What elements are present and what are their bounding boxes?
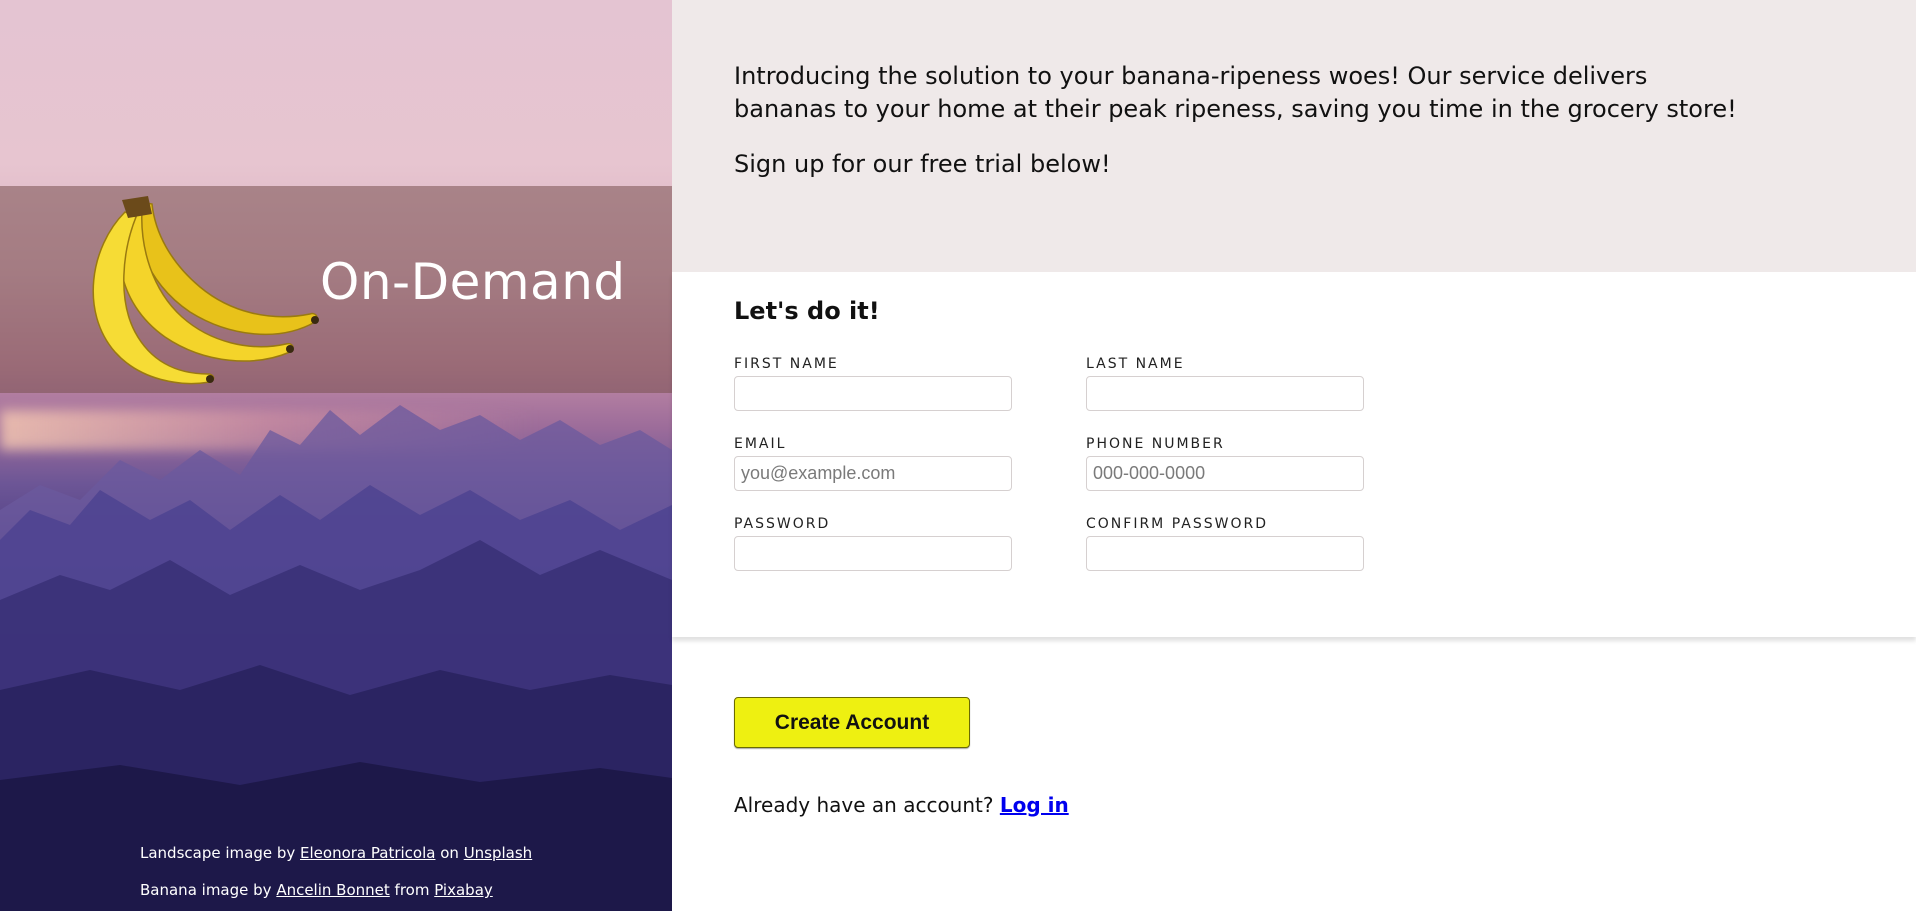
confirm-password-group: CONFIRM PASSWORD (1086, 516, 1364, 571)
confirm-password-field[interactable] (1086, 536, 1364, 571)
landscape-credit: Landscape image by Eleonora Patricola on… (140, 835, 532, 872)
login-link[interactable]: Log in (1000, 793, 1069, 817)
phone-label: PHONE NUMBER (1086, 436, 1225, 452)
mountain-landscape (0, 405, 672, 911)
password-field[interactable] (734, 536, 1012, 571)
pixabay-link[interactable]: Pixabay (434, 881, 493, 899)
first-name-group: FIRST NAME (734, 356, 1012, 411)
last-name-label: LAST NAME (1086, 356, 1185, 372)
banana-icon (92, 196, 319, 385)
form-heading: Let's do it! (734, 297, 880, 325)
phone-group: PHONE NUMBER (1086, 436, 1364, 491)
password-label: PASSWORD (734, 516, 831, 532)
email-field[interactable] (734, 456, 1012, 491)
first-name-label: FIRST NAME (734, 356, 839, 372)
create-account-button[interactable]: Create Account (734, 697, 970, 748)
signup-page: On-Demand Landscape image by Eleonora Pa… (0, 0, 1916, 911)
banana-credit: Banana image by Ancelin Bonnet from Pixa… (140, 872, 532, 909)
signup-form: Let's do it! FIRST NAME LAST NAME EMAIL … (672, 272, 1916, 637)
email-group: EMAIL (734, 436, 1012, 491)
password-group: PASSWORD (734, 516, 1012, 571)
first-name-field[interactable] (734, 376, 1012, 411)
last-name-group: LAST NAME (1086, 356, 1364, 411)
image-credits: Landscape image by Eleonora Patricola on… (140, 835, 532, 909)
confirm-password-label: CONFIRM PASSWORD (1086, 516, 1268, 532)
banana-author-link[interactable]: Ancelin Bonnet (276, 881, 389, 899)
landscape-author-link[interactable]: Eleonora Patricola (300, 844, 435, 862)
email-label: EMAIL (734, 436, 787, 452)
unsplash-link[interactable]: Unsplash (464, 844, 533, 862)
landscape-credit-middle: on (435, 844, 464, 862)
intro-cta: Sign up for our free trial below! (734, 150, 1111, 178)
login-prompt-text: Already have an account? (734, 793, 1000, 817)
intro-section: Introducing the solution to your banana-… (672, 0, 1916, 272)
landscape-credit-prefix: Landscape image by (140, 844, 301, 862)
banana-credit-prefix: Banana image by (140, 881, 277, 899)
intro-text: Introducing the solution to your banana-… (734, 62, 1737, 123)
hero-panel: On-Demand Landscape image by Eleonora Pa… (0, 0, 672, 911)
login-prompt: Already have an account? Log in (734, 793, 1069, 817)
main-content: Introducing the solution to your banana-… (672, 0, 1916, 911)
last-name-field[interactable] (1086, 376, 1364, 411)
brand-title: On-Demand (320, 253, 626, 311)
banana-credit-middle: from (389, 881, 435, 899)
phone-field[interactable] (1086, 456, 1364, 491)
